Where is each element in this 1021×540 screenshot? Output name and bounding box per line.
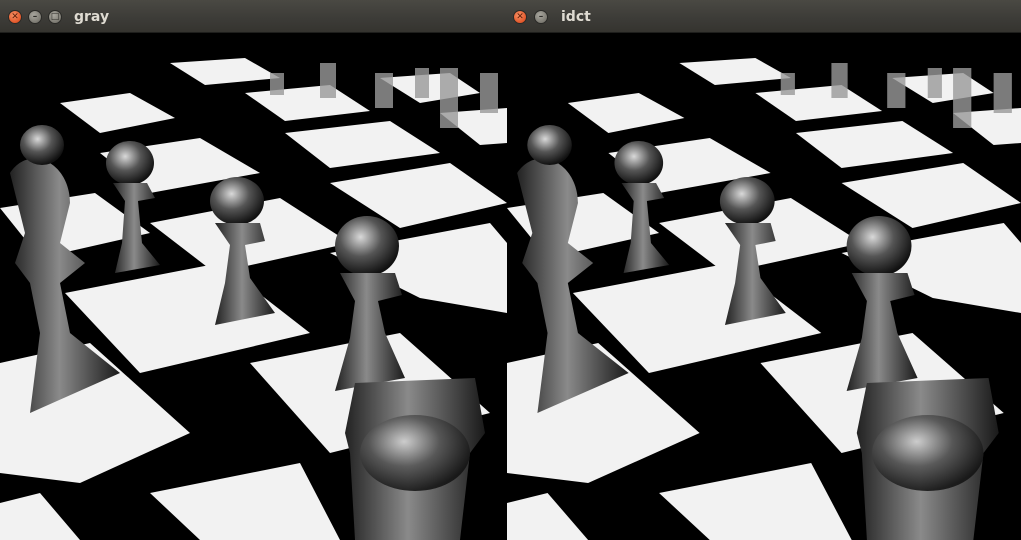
close-icon[interactable]: ✕ — [8, 10, 22, 24]
chessboard-image — [0, 33, 507, 540]
gray-window-titlebar[interactable]: ✕ – □ gray — [0, 0, 507, 33]
close-icon[interactable]: ✕ — [513, 10, 527, 24]
gray-image-view — [0, 33, 507, 540]
idct-window-titlebar[interactable]: ✕ – idct — [507, 0, 1021, 33]
idct-window: ✕ – idct — [507, 0, 1021, 540]
window-title: gray — [74, 9, 110, 25]
chessboard-image — [507, 33, 1021, 540]
idct-image-view — [507, 33, 1021, 540]
minimize-icon[interactable]: – — [534, 10, 548, 24]
maximize-icon[interactable]: □ — [48, 10, 62, 24]
minimize-icon[interactable]: – — [28, 10, 42, 24]
gray-window: ✕ – □ gray — [0, 0, 507, 540]
window-title: idct — [561, 9, 591, 25]
